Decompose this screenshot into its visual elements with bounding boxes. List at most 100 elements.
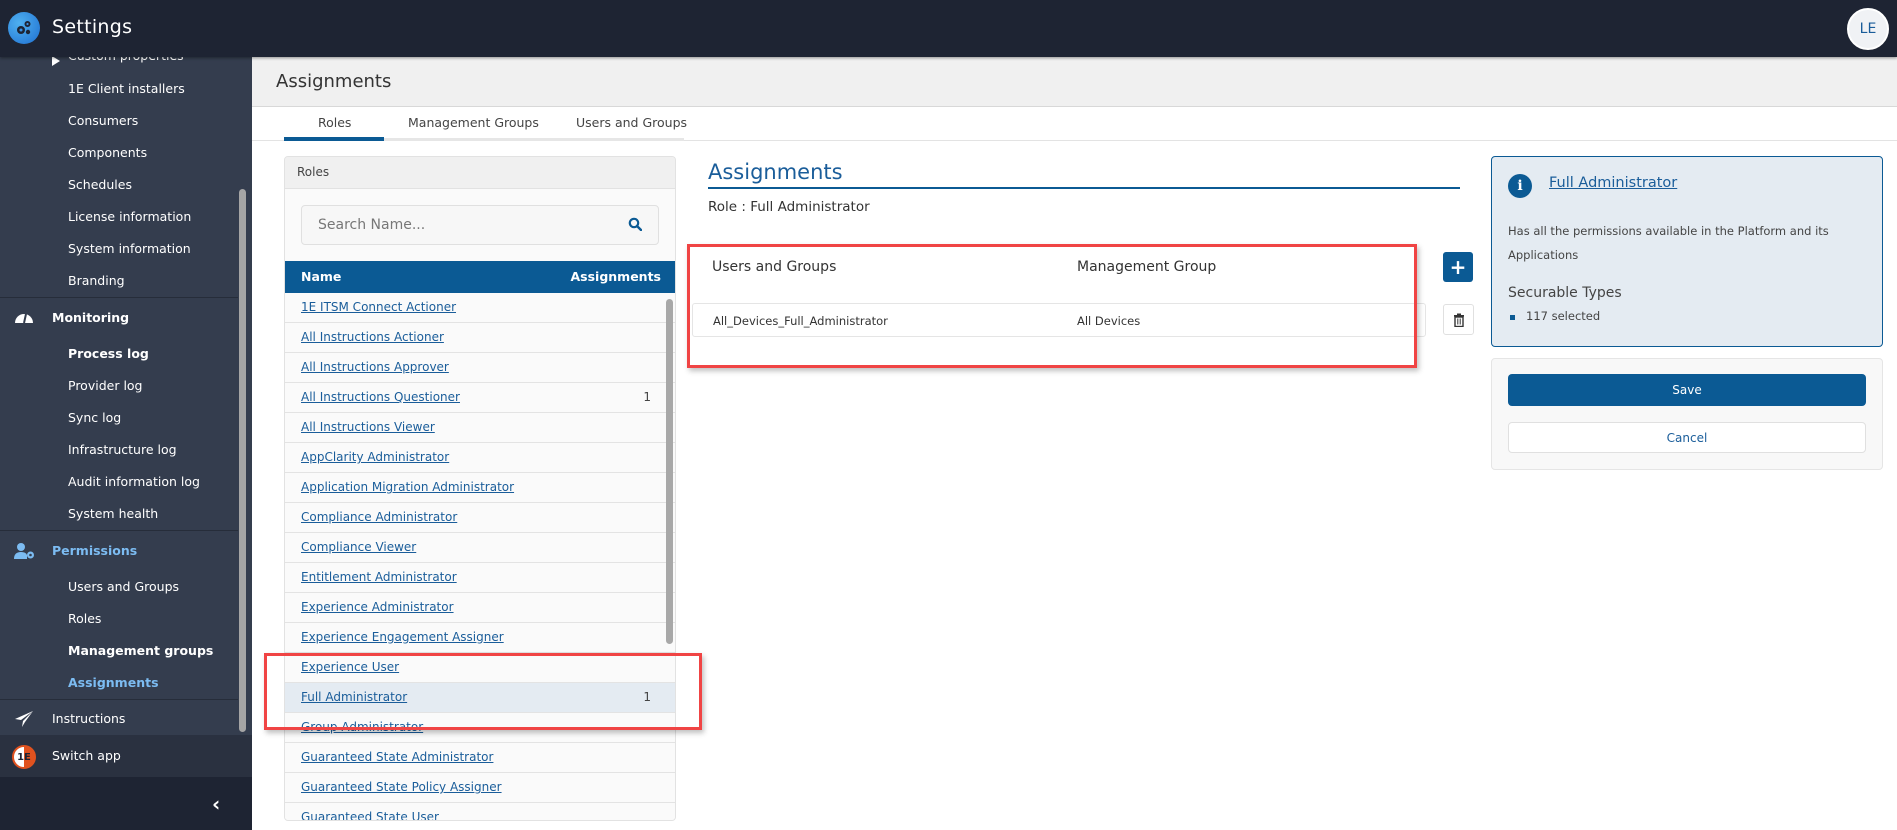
role-assignment-count: 1 <box>643 390 651 404</box>
role-row[interactable]: Guaranteed State Policy Assigner <box>285 773 675 803</box>
role-row[interactable]: Application Migration Administrator <box>285 473 675 503</box>
sidebar-item-audit-information-log[interactable]: Audit information log <box>68 474 200 489</box>
sidebar-item-custom-properties[interactable]: Custom properties <box>68 57 184 63</box>
sidebar-item-branding[interactable]: Branding <box>68 273 125 288</box>
add-assignment-button[interactable]: + <box>1443 252 1473 282</box>
sidebar-item-system-information[interactable]: System information <box>68 241 191 256</box>
roles-table-header: Name Assignments <box>285 261 675 293</box>
app-title: Settings <box>52 16 133 38</box>
role-name-link[interactable]: Experience Administrator <box>301 600 454 614</box>
role-row[interactable]: Experience User <box>285 653 675 683</box>
role-row[interactable]: Experience Engagement Assigner <box>285 623 675 653</box>
sidebar-scrollbar[interactable] <box>239 189 246 732</box>
sidebar: Custom properties 1E Client installers C… <box>0 57 252 830</box>
role-row[interactable]: All Instructions Questioner 1 <box>285 383 675 413</box>
users-gear-icon <box>14 542 34 560</box>
role-name-link[interactable]: Application Migration Administrator <box>301 480 514 494</box>
securable-types-count: 117 selected <box>1526 309 1601 323</box>
switch-app-label: Switch app <box>52 748 121 763</box>
role-name-link[interactable]: All Instructions Viewer <box>301 420 435 434</box>
sidebar-item-infrastructure-log[interactable]: Infrastructure log <box>68 442 177 457</box>
search-input[interactable] <box>302 206 622 244</box>
role-name-link[interactable]: Experience User <box>301 660 399 674</box>
role-name-link[interactable]: Guaranteed State User <box>301 810 439 820</box>
role-name-link[interactable]: Entitlement Administrator <box>301 570 457 584</box>
role-name-link[interactable]: 1E ITSM Connect Actioner <box>301 300 456 314</box>
assignment-users-groups: All_Devices_Full_Administrator <box>713 314 888 328</box>
sidebar-item-provider-log[interactable]: Provider log <box>68 378 143 393</box>
tab-management-groups[interactable]: Management Groups <box>408 115 539 130</box>
chevron-left-icon[interactable]: ‹ <box>212 792 220 816</box>
sidebar-item-consumers[interactable]: Consumers <box>68 113 138 128</box>
delete-assignment-button[interactable] <box>1443 304 1474 335</box>
role-row[interactable]: Compliance Administrator <box>285 503 675 533</box>
sidebar-item-management-groups[interactable]: Management groups <box>68 643 213 658</box>
role-row[interactable]: Group Administrator <box>285 713 675 743</box>
role-name-link[interactable]: Guaranteed State Administrator <box>301 750 493 764</box>
role-info-card: i Full Administrator Has all the permiss… <box>1491 156 1883 347</box>
role-row[interactable]: Compliance Viewer <box>285 533 675 563</box>
role-name-link[interactable]: Compliance Administrator <box>301 510 457 524</box>
trash-icon <box>1453 313 1464 327</box>
switch-app-row[interactable]: 1E Switch app <box>0 735 252 777</box>
roles-panel: Roles Name Assignments 1E ITSM Connect A… <box>284 156 676 821</box>
role-name-link[interactable]: Group Administrator <box>301 720 423 734</box>
roles-panel-title: Roles <box>285 157 675 189</box>
role-row[interactable]: All Instructions Viewer <box>285 413 675 443</box>
page-title: Assignments <box>276 71 392 92</box>
sidebar-section-permissions[interactable]: Permissions <box>52 543 137 558</box>
sidebar-item-sync-log[interactable]: Sync log <box>68 410 121 425</box>
active-tab-indicator <box>284 137 384 141</box>
sidebar-collapse-row: ‹ <box>0 777 252 830</box>
role-row[interactable]: Experience Administrator <box>285 593 675 623</box>
role-name-link[interactable]: All Instructions Actioner <box>301 330 444 344</box>
top-bar: Settings LE <box>0 0 1897 57</box>
role-row[interactable]: AppClarity Administrator <box>285 443 675 473</box>
role-name-link[interactable]: Guaranteed State Policy Assigner <box>301 780 502 794</box>
column-header-name[interactable]: Name <box>301 269 341 284</box>
role-description: Has all the permissions available in the… <box>1508 224 1829 262</box>
role-info-title[interactable]: Full Administrator <box>1549 175 1677 191</box>
role-name-link[interactable]: All Instructions Questioner <box>301 390 460 404</box>
tab-roles[interactable]: Roles <box>318 115 351 130</box>
plus-icon: + <box>1449 255 1467 279</box>
sidebar-section-monitoring[interactable]: Monitoring <box>52 310 129 325</box>
role-row[interactable]: 1E ITSM Connect Actioner <box>285 293 675 323</box>
assignment-row[interactable]: All_Devices_Full_Administrator All Devic… <box>692 303 1426 337</box>
search-icon[interactable] <box>628 216 644 232</box>
sidebar-item-assignments[interactable]: Assignments <box>68 675 159 690</box>
cancel-button[interactable]: Cancel <box>1508 422 1866 453</box>
sidebar-item-users-and-groups[interactable]: Users and Groups <box>68 579 179 594</box>
sidebar-item-process-log[interactable]: Process log <box>68 346 149 361</box>
role-row[interactable]: All Instructions Actioner <box>285 323 675 353</box>
role-name-link[interactable]: All Instructions Approver <box>301 360 449 374</box>
role-name-link[interactable]: Compliance Viewer <box>301 540 416 554</box>
bullet-icon <box>1510 315 1515 320</box>
role-name-link[interactable]: AppClarity Administrator <box>301 450 449 464</box>
role-row[interactable]: Guaranteed State Administrator <box>285 743 675 773</box>
sidebar-item-client-installers[interactable]: 1E Client installers <box>68 81 185 96</box>
assignments-heading-rule <box>708 187 1460 189</box>
sidebar-section-instructions[interactable]: Instructions <box>52 711 125 726</box>
sidebar-item-system-health[interactable]: System health <box>68 506 158 521</box>
column-header-assignments[interactable]: Assignments <box>570 269 661 284</box>
sidebar-item-roles[interactable]: Roles <box>68 611 101 626</box>
sidebar-divider <box>0 699 238 700</box>
role-row[interactable]: Guaranteed State User <box>285 803 675 820</box>
role-row[interactable]: Entitlement Administrator <box>285 563 675 593</box>
sidebar-item-license-information[interactable]: License information <box>68 209 191 224</box>
column-header-management-group: Management Group <box>1077 259 1217 275</box>
tab-users-and-groups[interactable]: Users and Groups <box>576 115 687 130</box>
save-button[interactable]: Save <box>1508 374 1866 406</box>
sidebar-item-schedules[interactable]: Schedules <box>68 177 132 192</box>
role-row[interactable]: Full Administrator 1 <box>285 683 675 713</box>
role-row[interactable]: All Instructions Approver <box>285 353 675 383</box>
sidebar-item-components[interactable]: Components <box>68 145 147 160</box>
user-avatar[interactable]: LE <box>1847 8 1889 50</box>
role-name-link[interactable]: Full Administrator <box>301 690 407 704</box>
role-name-link[interactable]: Experience Engagement Assigner <box>301 630 504 644</box>
selected-role-label: Role : Full Administrator <box>708 199 870 215</box>
roles-list-scrollbar[interactable] <box>666 299 673 644</box>
settings-gears-icon[interactable] <box>8 12 40 44</box>
page-header: Assignments <box>252 57 1897 107</box>
